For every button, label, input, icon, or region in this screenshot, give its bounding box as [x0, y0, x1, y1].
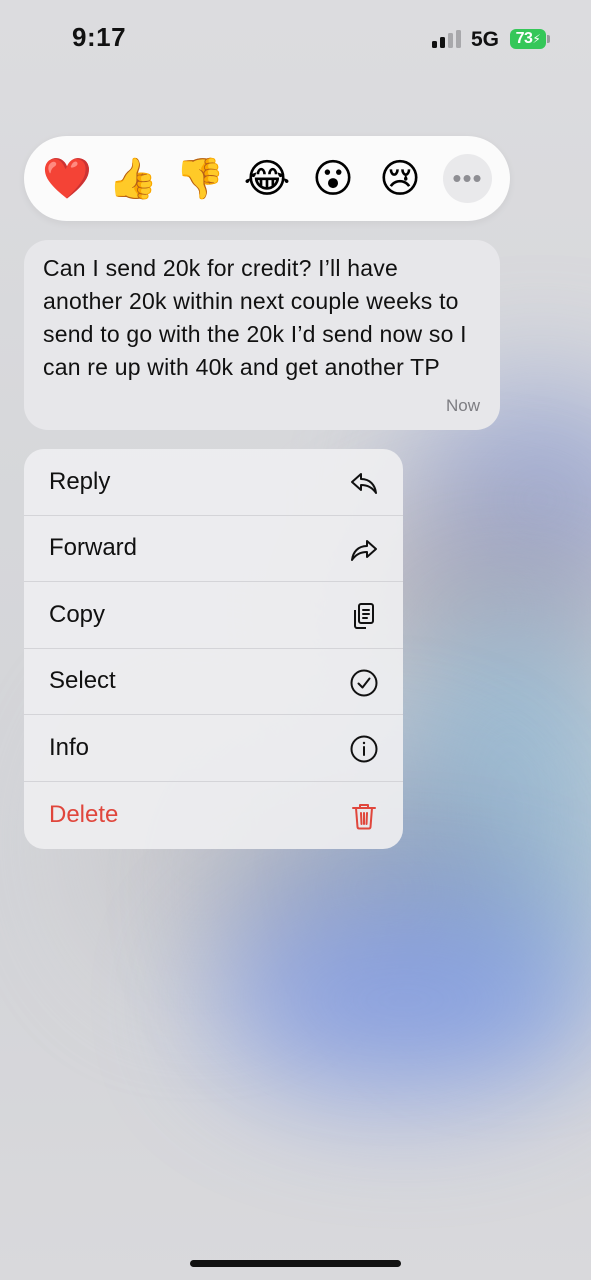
message-bubble[interactable]: Can I send 20k for credit? I’ll have ano…	[24, 240, 500, 430]
menu-item-info[interactable]: Info	[24, 715, 403, 782]
thumbs-up-icon: 👍	[108, 157, 158, 201]
battery-icon: 73 ⚡	[510, 29, 546, 49]
surprised-reaction-button[interactable]: 😮	[308, 154, 358, 204]
laughing-icon: 😂	[243, 157, 291, 201]
crying-reaction-button[interactable]: 😢	[375, 154, 425, 204]
laughing-reaction-button[interactable]: 😂	[242, 154, 292, 204]
menu-item-label: Delete	[49, 800, 119, 828]
message-text: Can I send 20k for credit? I’ll have ano…	[43, 255, 467, 380]
reaction-bar: ❤️ 👍 👎 😂 😮 😢 •••	[24, 136, 510, 221]
menu-item-label: Forward	[49, 534, 138, 562]
status-time: 9:17	[72, 22, 127, 52]
ellipsis-icon: •••	[452, 163, 483, 193]
info-icon	[349, 734, 379, 764]
heart-icon: ❤️	[42, 157, 92, 201]
menu-item-select[interactable]: Select	[24, 649, 403, 715]
menu-item-copy[interactable]: Copy	[24, 582, 403, 649]
copy-icon	[349, 601, 379, 631]
forward-icon	[349, 535, 379, 565]
menu-item-reply[interactable]: Reply	[24, 449, 403, 516]
status-bar: 9:17 5G 73 ⚡	[0, 0, 591, 80]
thumbs-down-reaction-button[interactable]: 👎	[175, 154, 225, 204]
battery-level: 73	[515, 30, 533, 47]
more-reactions-button[interactable]: •••	[443, 154, 492, 203]
surprised-icon: 😮	[312, 157, 354, 201]
checkmark-circle-icon	[349, 668, 379, 698]
menu-item-forward[interactable]: Forward	[24, 516, 403, 582]
message-timestamp: Now	[445, 396, 480, 415]
menu-item-label: Info	[49, 733, 90, 761]
home-indicator[interactable]	[190, 1260, 401, 1267]
battery-cap	[547, 35, 550, 43]
reply-icon	[349, 468, 379, 498]
cellular-signal-icon	[432, 30, 464, 48]
menu-item-delete[interactable]: Delete	[24, 782, 403, 849]
crying-icon: 😢	[379, 157, 421, 201]
thumbs-up-reaction-button[interactable]: 👍	[108, 154, 158, 204]
menu-item-label: Copy	[49, 600, 106, 628]
network-type: 5G	[471, 28, 500, 51]
thumbs-down-icon: 👎	[175, 157, 225, 201]
heart-reaction-button[interactable]: ❤️	[42, 154, 92, 204]
menu-item-label: Reply	[49, 467, 111, 495]
context-menu: Reply Forward Copy Select Info Delete	[24, 449, 403, 849]
menu-item-label: Select	[49, 667, 116, 695]
trash-icon	[349, 801, 379, 831]
